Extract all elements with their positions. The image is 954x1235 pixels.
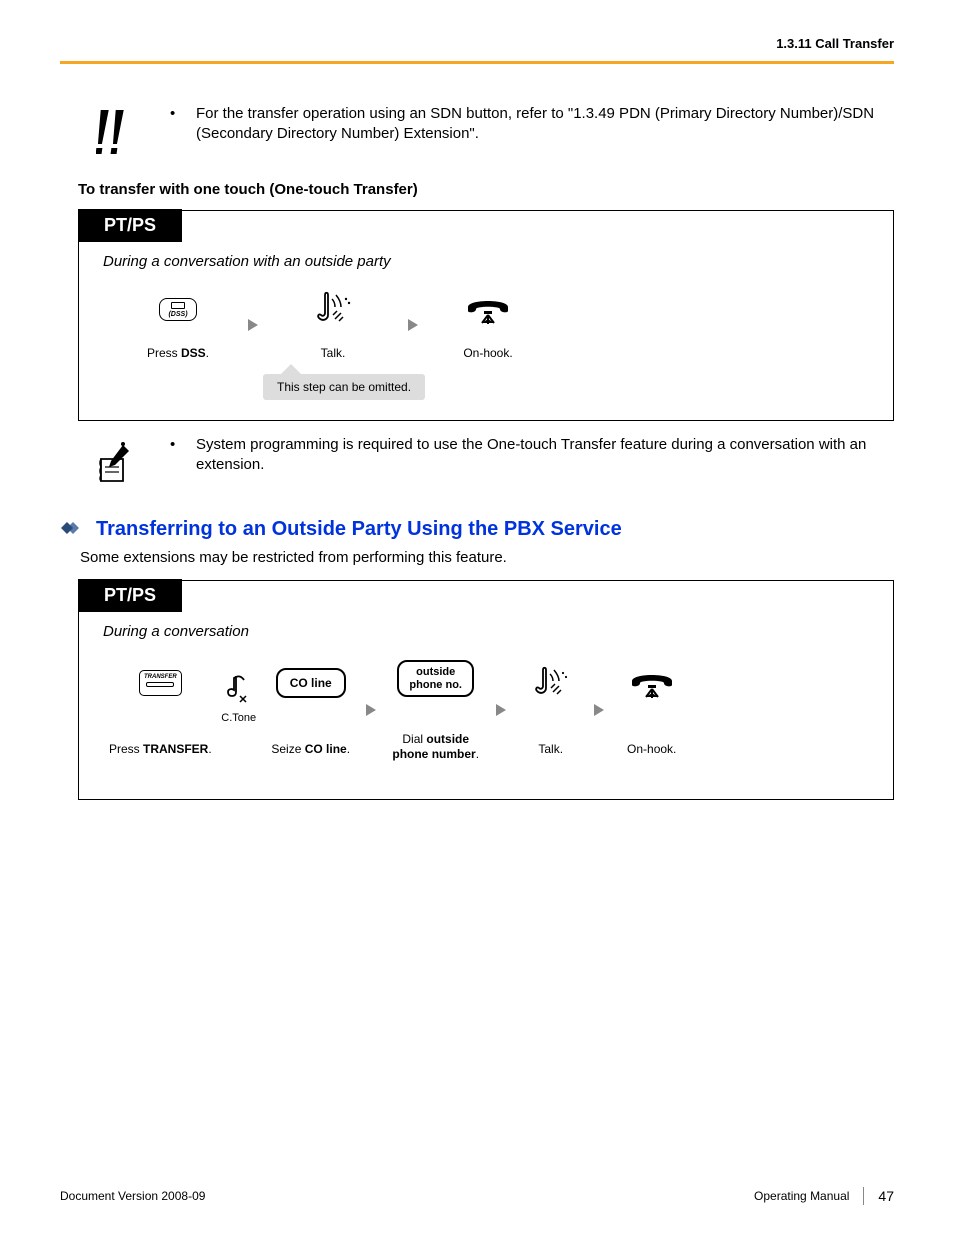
arrow-icon [356,689,386,731]
outside-phone-button-icon: outsidephone no. [397,660,474,697]
page-number: 47 [878,1188,894,1204]
press-transfer-label: Press TRANSFER. [109,742,212,758]
device-tab: PT/PS [78,209,182,242]
on-hook-label: On-hook. [627,742,676,758]
dial-outside-label: Dial outsidephone number. [392,732,479,763]
outside-transfer-procedure: PT/PS During a conversation TRANSFER Pre… [78,580,894,800]
on-hook-icon [462,288,514,330]
manual-label: Operating Manual [754,1189,849,1203]
arrow-icon [586,689,612,731]
one-touch-procedure: PT/PS During a conversation with an outs… [78,210,894,421]
omit-callout: This step can be omitted. [263,374,425,400]
exclamation-icon [96,108,134,163]
ctone-label: C.Tone [221,711,256,725]
co-line-button-icon: CO line [276,668,346,698]
section-header: 1.3.11 Call Transfer [60,36,894,61]
on-hook-label: On-hook. [463,346,512,362]
talk-icon [311,288,355,330]
press-dss-label: Press DSS. [147,346,209,362]
ctone-icon [226,667,252,709]
dss-button-icon: (DSS) [159,298,196,321]
device-tab: PT/PS [78,579,182,612]
procedure-context: During a conversation with an outside pa… [103,253,869,270]
doc-version: Document Version 2008-09 [60,1189,205,1203]
talk-label: Talk. [321,346,346,362]
diamond-bullet-icon [60,519,86,540]
pencil-note: System programming is required to use th… [60,435,894,490]
procedure-context: During a conversation [103,623,869,640]
talk-icon [531,662,571,704]
important-note: For the transfer operation using an SDN … [60,104,894,163]
transfer-button-icon: TRANSFER [139,670,182,696]
page-footer: Document Version 2008-09 Operating Manua… [60,1187,894,1205]
seize-co-line-label: Seize CO line. [271,742,350,758]
breadcrumb: 1.3.11 Call Transfer [776,36,894,51]
on-hook-icon [627,662,677,704]
arrow-icon [393,304,433,346]
one-touch-heading: To transfer with one touch (One-touch Tr… [60,181,894,198]
section-heading-row: Transferring to an Outside Party Using t… [60,518,894,541]
arrow-icon [486,689,516,731]
header-rule [60,61,894,64]
important-note-text: For the transfer operation using an SDN … [196,104,890,145]
footer-divider [863,1187,864,1205]
note-pencil-icon [93,439,137,490]
outside-transfer-heading: Transferring to an Outside Party Using t… [96,518,622,541]
pencil-note-text: System programming is required to use th… [196,435,890,476]
outside-transfer-desc: Some extensions may be restricted from p… [80,549,894,566]
talk-label: Talk. [538,742,563,758]
arrow-icon [233,304,273,346]
